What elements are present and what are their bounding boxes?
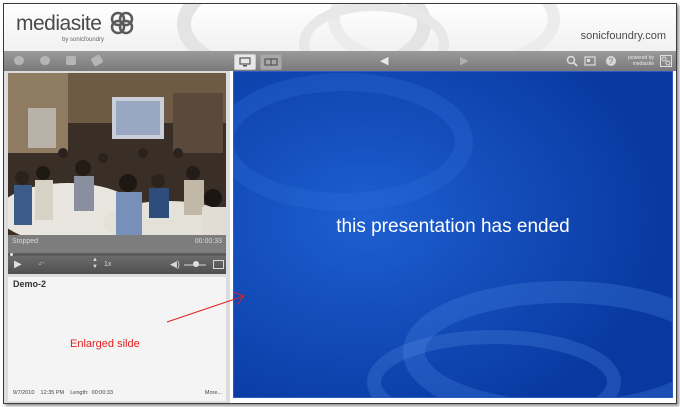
right-arrow-icon[interactable]: ▶ [460,54,468,68]
fullscreen-icon[interactable] [213,260,224,269]
sonicfoundry-link[interactable]: sonicfoundry.com [581,30,666,42]
header-bar: mediasite by sonicfoundry sonicfoundry.c… [4,4,676,51]
search-icon[interactable] [566,55,578,67]
svg-text:?: ? [609,57,614,66]
presentation-time: 12:35 PM [40,390,65,396]
skip-back-icon[interactable]: ↶ [38,260,45,269]
chat-icon[interactable] [14,56,24,65]
video-frame-image [8,73,226,235]
layout-icon[interactable] [584,55,596,67]
playback-time: 00:00:33 [194,238,222,245]
volume-icon[interactable]: ◀) [170,259,180,270]
slide-view-button[interactable] [234,54,256,70]
presentation-title: Demo-2 [13,279,47,289]
slide-viewer: this presentation has ended [233,71,673,398]
more-link[interactable]: More... [205,390,222,396]
player-status-bar: Stopped 00:00:33 [8,235,226,253]
presentation-length: 00:00:33 [91,390,114,396]
powered-by-line2: mediasite [632,61,654,67]
help-icon[interactable]: ? [605,55,617,67]
presentation-meta: 9/7/2010 12:35 PM Length: 00:00:33 [13,390,113,396]
left-arrow-icon[interactable]: ◀ [380,54,388,68]
slide-view-icon [239,57,251,67]
speed-stepper-icon[interactable]: ▲ ▼ [92,257,98,271]
playback-speed[interactable]: 1x [104,261,111,268]
header-swirl-decoration [177,4,560,51]
logo-subtitle: by sonicfoundry [62,37,105,43]
annotation-label: Enlarged silde [70,338,140,350]
powered-by-label: powered by mediasite [628,55,654,67]
mail-icon[interactable] [66,56,76,65]
player-controls: ▶ ↶ ▲ ▼ 1x ◀) [8,256,226,274]
play-icon[interactable]: ▶ [14,259,22,270]
video-view-button[interactable] [260,54,282,70]
toolbar: ◀ ▶ ? powered by mediasite [4,51,676,71]
mediasite-small-logo-icon [660,55,672,67]
mediasite-player-window: mediasite by sonicfoundry sonicfoundry.c… [3,3,677,404]
video-view-icon [264,58,278,66]
length-label: Length: [70,390,89,396]
mediasite-logo-icon [110,11,134,35]
video-player[interactable] [8,73,226,235]
playback-status: Stopped [12,238,39,245]
volume-handle[interactable] [193,261,199,267]
comment-icon[interactable] [40,56,50,65]
left-panel: Stopped 00:00:33 ▶ ↶ ▲ ▼ 1x ◀) Demo-2 9/7… [4,71,230,403]
presentation-date: 9/7/2010 [13,390,35,396]
presentation-ended-message: this presentation has ended [336,216,570,237]
link-icon[interactable] [90,54,104,67]
mediasite-logo-text: mediasite [16,12,102,35]
